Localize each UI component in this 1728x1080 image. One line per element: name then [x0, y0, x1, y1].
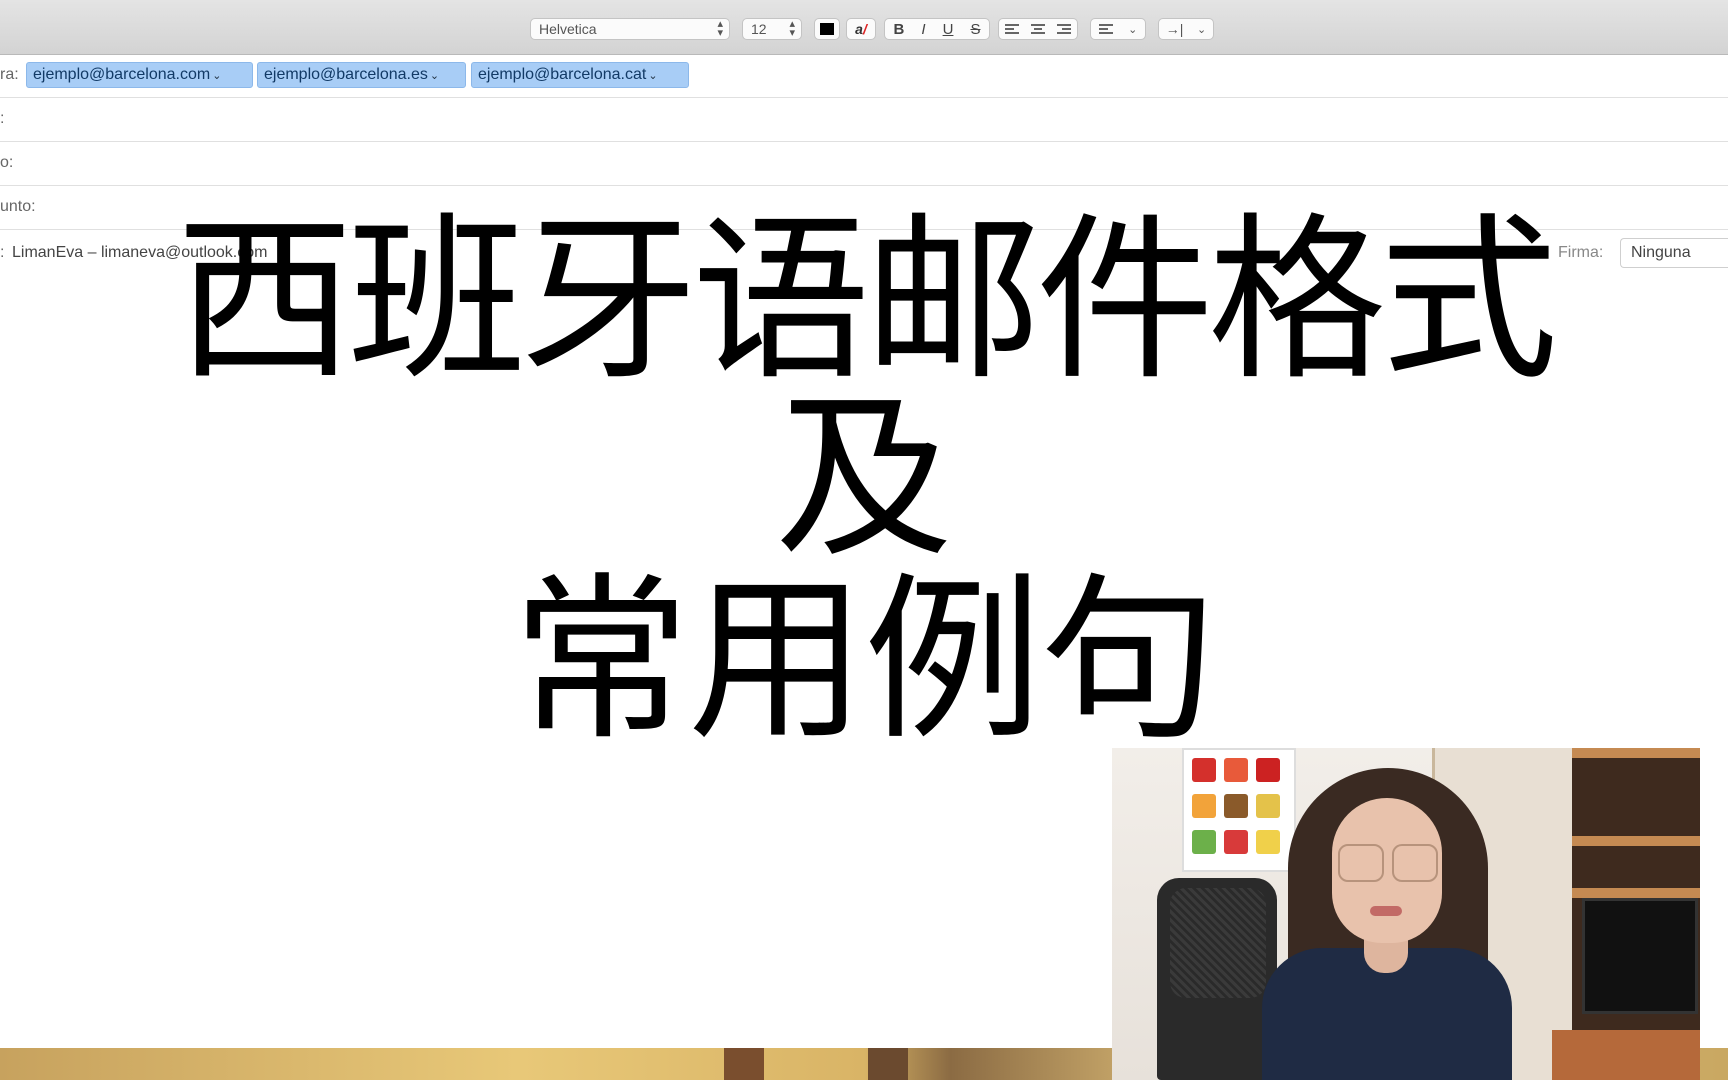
video-title-overlay: 西班牙语邮件格式 及 常用例句: [0, 212, 1728, 750]
list-icon: [1098, 22, 1113, 36]
title-line: 西班牙语邮件格式: [176, 197, 1558, 404]
presenter-webcam-video: [1112, 748, 1700, 1080]
format-toolbar: Helvetica ▴ ▾ 12 ▴ ▾ a/ B I U S ⌄ →| ⌄: [0, 0, 1728, 55]
bcc-label: o:: [0, 154, 14, 171]
indent-button[interactable]: →| ⌄: [1158, 18, 1214, 40]
chevron-down-icon: ⌄: [212, 70, 222, 82]
bcc-field-row[interactable]: o:: [0, 142, 1728, 186]
chair-mesh: [1170, 888, 1266, 998]
align-right-icon[interactable]: [1057, 22, 1071, 36]
recipient-address: ejemplo@barcelona.com: [33, 66, 211, 83]
title-line: 及: [775, 375, 953, 582]
background-color-button[interactable]: a/: [846, 18, 876, 40]
chevron-down-icon: ⌄: [1128, 23, 1138, 36]
strikethrough-button[interactable]: S: [970, 21, 980, 38]
recipient-address: ejemplo@barcelona.cat: [478, 66, 647, 83]
television: [1582, 898, 1698, 1014]
font-family-value: Helvetica: [539, 21, 597, 37]
title-line: 常用例句: [512, 557, 1218, 764]
recipient-chip[interactable]: ejemplo@barcelona.es ⌄: [257, 62, 466, 88]
chevron-down-icon: ⌄: [648, 70, 658, 82]
highlight-none-icon: a/: [855, 21, 867, 37]
list-style-button[interactable]: ⌄: [1090, 18, 1146, 40]
indent-icon: →|: [1165, 21, 1184, 37]
align-left-icon[interactable]: [1005, 22, 1019, 36]
color-swatch-icon: [820, 23, 834, 35]
stepper-icon: ▴ ▾: [789, 18, 795, 39]
font-size-value: 12: [751, 21, 767, 37]
wall-poster: [1182, 748, 1296, 872]
font-size-select[interactable]: 12 ▴ ▾: [742, 18, 802, 40]
to-field-row[interactable]: ra: ejemplo@barcelona.com ⌄ ejemplo@barce…: [0, 54, 1728, 98]
recipient-chip[interactable]: ejemplo@barcelona.cat ⌄: [471, 62, 689, 88]
underline-button[interactable]: U: [943, 21, 954, 38]
cc-field-row[interactable]: :: [0, 98, 1728, 142]
text-color-button[interactable]: [814, 18, 840, 40]
recipient-address: ejemplo@barcelona.es: [264, 66, 428, 83]
alignment-group: [998, 18, 1078, 40]
glasses-icon: [1392, 844, 1438, 882]
background-figure: [724, 1048, 764, 1080]
text-style-group: B I U S: [884, 18, 990, 40]
to-label: ra:: [0, 66, 19, 83]
glasses-icon: [1338, 844, 1384, 882]
recipient-chip[interactable]: ejemplo@barcelona.com ⌄: [26, 62, 253, 88]
bold-button[interactable]: B: [894, 21, 905, 38]
background-figure: [868, 1048, 908, 1080]
italic-button[interactable]: I: [921, 21, 925, 38]
stepper-icon: ▴ ▾: [717, 18, 723, 39]
font-family-select[interactable]: Helvetica ▴ ▾: [530, 18, 730, 40]
chevron-down-icon: ⌄: [1196, 23, 1207, 36]
tv-cabinet: [1552, 1030, 1700, 1080]
align-center-icon[interactable]: [1031, 22, 1045, 36]
chevron-down-icon: ⌄: [429, 70, 440, 82]
cc-label: :: [0, 110, 5, 127]
presenter-mouth: [1370, 906, 1402, 916]
